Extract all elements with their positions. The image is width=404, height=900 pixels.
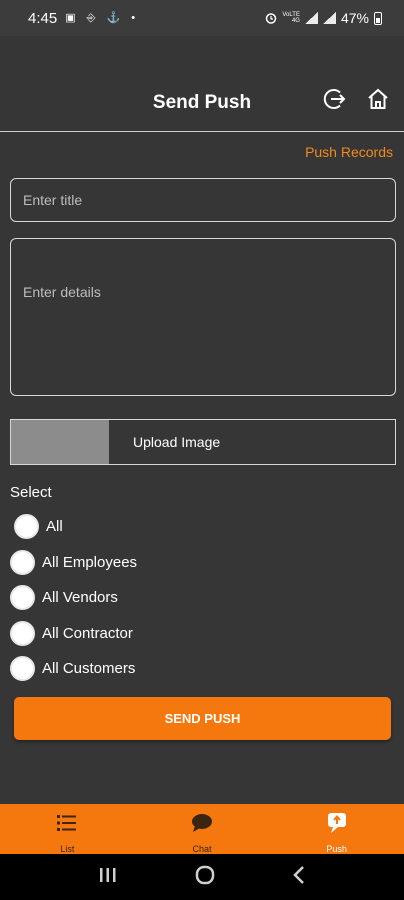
radio-option-vendors[interactable]: All Vendors	[10, 585, 118, 610]
nav-item-chat[interactable]: Chat	[135, 804, 270, 854]
recents-icon[interactable]	[99, 867, 117, 888]
back-icon[interactable]	[293, 865, 305, 889]
radio-label: All Contractor	[42, 625, 133, 642]
battery-percent: 47%	[340, 10, 369, 26]
radio-button[interactable]	[10, 656, 35, 681]
radio-button[interactable]	[14, 514, 39, 539]
logout-icon[interactable]	[320, 85, 348, 113]
app-header: Send Push	[0, 36, 404, 132]
upload-image-button[interactable]: Upload Image	[10, 419, 396, 465]
notification-icons: ▣ ⎆ ⚓ •	[65, 12, 140, 24]
signal-icon-2	[322, 12, 336, 24]
radio-button[interactable]	[10, 585, 35, 610]
push-records-link[interactable]: Push Records	[305, 144, 393, 160]
status-bar: 4:45 ▣ ⎆ ⚓ • VoLTE 4G 47%	[0, 0, 404, 36]
radio-option-employees[interactable]: All Employees	[10, 550, 137, 575]
nav-item-push[interactable]: Push	[269, 804, 404, 854]
send-push-button[interactable]: SEND PUSH	[14, 697, 391, 740]
radio-option-all[interactable]: All	[14, 514, 63, 539]
chat-icon	[191, 811, 213, 835]
nav-label-push: Push	[326, 844, 347, 854]
radio-option-contractor[interactable]: All Contractor	[10, 621, 133, 646]
radio-label: All Customers	[42, 660, 136, 677]
home-icon[interactable]	[364, 85, 392, 113]
system-nav-bar	[0, 854, 404, 900]
battery-icon	[374, 11, 382, 25]
nav-item-list[interactable]: List	[0, 804, 135, 854]
upload-image-label: Upload Image	[133, 434, 221, 450]
title-input[interactable]	[10, 178, 396, 222]
status-time: 4:45	[28, 9, 58, 27]
radio-label: All Vendors	[42, 589, 118, 606]
nav-label-list: List	[60, 844, 75, 854]
radio-button[interactable]	[10, 621, 35, 646]
network-label: VoLTE 4G	[282, 12, 300, 24]
bottom-nav: List Chat Push	[0, 804, 404, 854]
select-label: Select	[10, 484, 52, 501]
push-icon	[327, 811, 347, 835]
home-button-icon[interactable]	[195, 865, 215, 890]
image-preview	[11, 420, 109, 464]
details-input[interactable]	[10, 238, 396, 396]
network-label-bottom: 4G	[291, 18, 300, 24]
radio-option-customers[interactable]: All Customers	[10, 656, 135, 681]
radio-button[interactable]	[10, 550, 35, 575]
status-right: VoLTE 4G 47%	[265, 10, 382, 26]
nav-label-chat: Chat	[192, 844, 212, 854]
list-icon	[57, 811, 77, 835]
radio-label: All	[46, 518, 63, 535]
radio-label: All Employees	[42, 554, 138, 571]
alarm-icon	[266, 13, 277, 24]
signal-icon	[304, 12, 318, 24]
